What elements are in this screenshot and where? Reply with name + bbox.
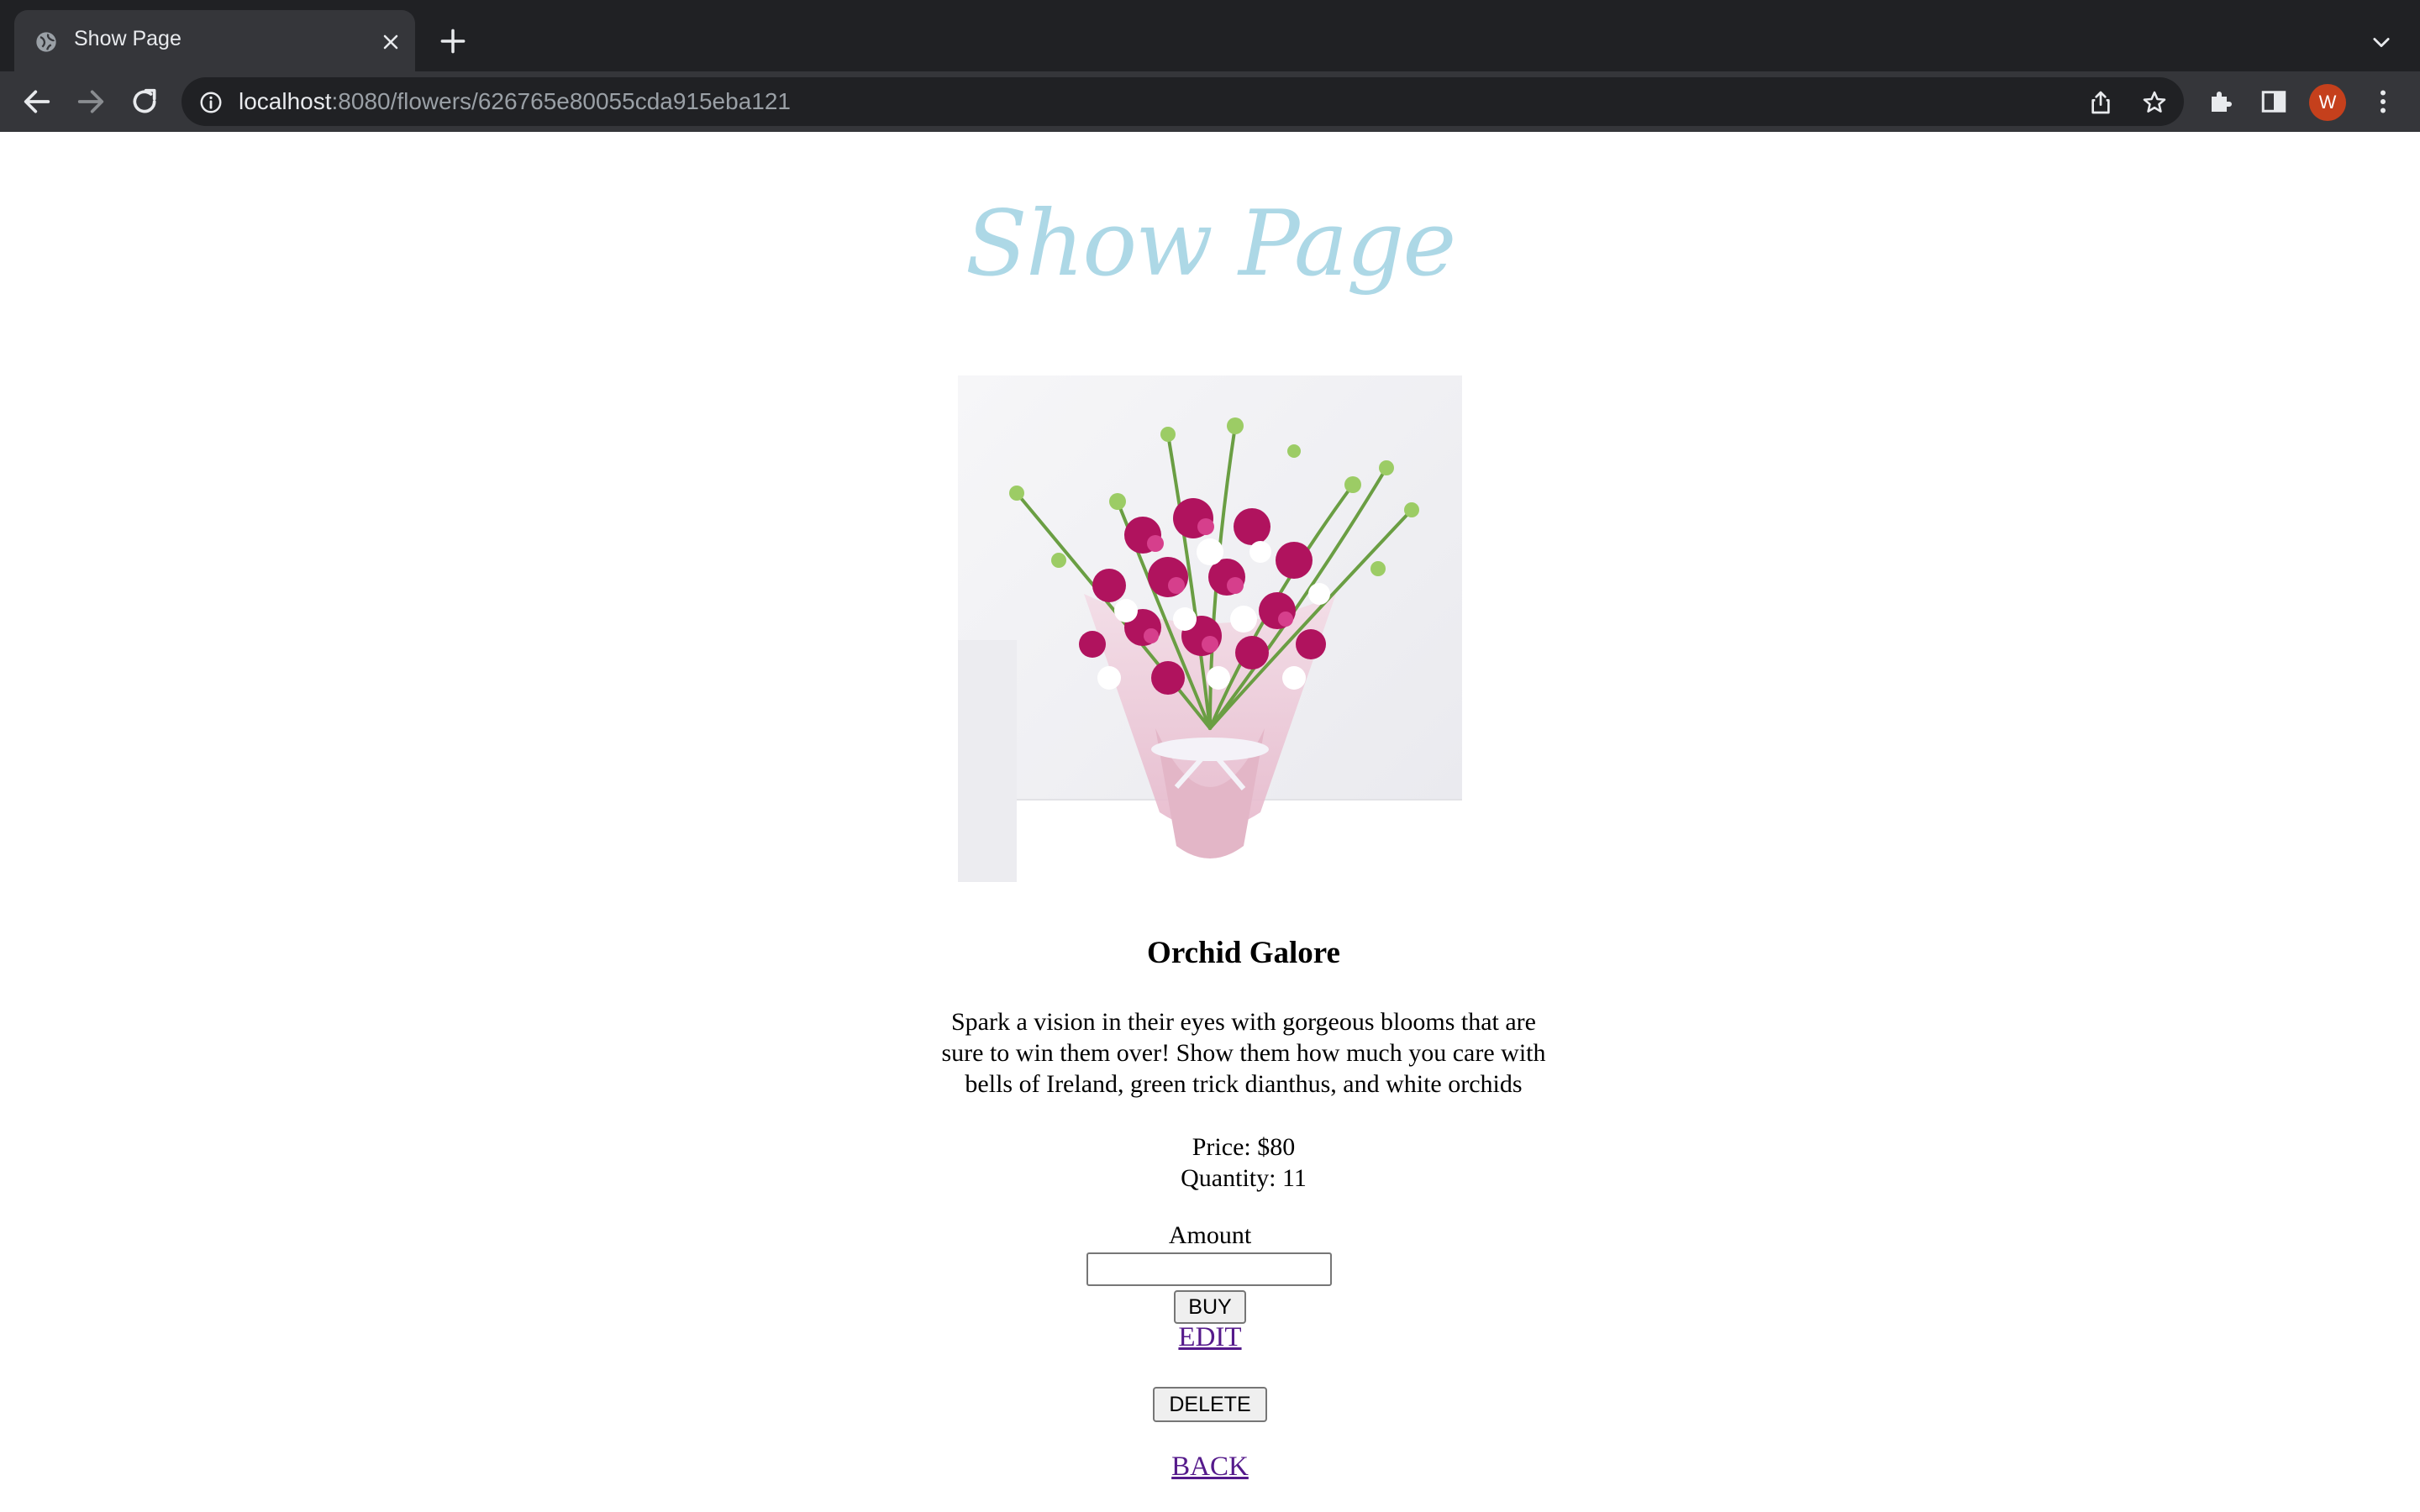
delete-button[interactable]: DELETE [1153, 1387, 1267, 1422]
globe-icon [36, 32, 56, 52]
back-arrow-icon[interactable] [20, 85, 54, 118]
edit-link[interactable]: EDIT [0, 1322, 2420, 1353]
profile-avatar[interactable]: W [2309, 84, 2346, 121]
flower-quantity: Quantity: 11 [1181, 1164, 1307, 1192]
url-host: localhost [239, 88, 332, 114]
tab-title: Show Page [74, 27, 182, 50]
more-vertical-icon[interactable] [2368, 87, 2398, 117]
new-tab-plus-icon[interactable] [437, 25, 469, 57]
side-panel-icon[interactable] [2259, 87, 2289, 117]
address-bar[interactable]: localhost:8080/flowers/626765e80055cda91… [182, 77, 2184, 126]
chevron-down-icon[interactable] [2370, 30, 2393, 54]
flower-image [958, 375, 1462, 882]
page-title: Show Page [965, 192, 1457, 297]
buy-button[interactable]: BUY [1174, 1290, 1246, 1324]
amount-input[interactable] [1086, 1252, 1332, 1286]
reload-icon[interactable] [128, 85, 161, 118]
url-path: :8080/flowers/626765e80055cda915eba121 [331, 88, 791, 114]
flower-price: Price: $80 [1192, 1133, 1296, 1161]
flower-name: Orchid Galore [1147, 936, 1340, 970]
flower-description: Spark a vision in their eyes with gorgeo… [941, 1008, 1546, 1098]
back-link[interactable]: BACK [0, 1452, 2420, 1483]
url-text[interactable]: localhost:8080/flowers/626765e80055cda91… [239, 88, 791, 115]
info-icon[interactable] [198, 90, 224, 115]
amount-label: Amount [1168, 1221, 1252, 1249]
browser-toolbar: localhost:8080/flowers/626765e80055cda91… [0, 71, 2420, 132]
browser-tab[interactable]: Show Page [14, 10, 415, 71]
forward-arrow-icon[interactable] [74, 85, 108, 118]
share-icon[interactable] [2087, 89, 2114, 116]
close-icon[interactable] [379, 30, 402, 54]
browser-tab-strip: Show Page [0, 0, 2420, 71]
extensions-puzzle-icon[interactable] [2207, 87, 2237, 117]
bookmark-star-icon[interactable] [2141, 89, 2168, 116]
